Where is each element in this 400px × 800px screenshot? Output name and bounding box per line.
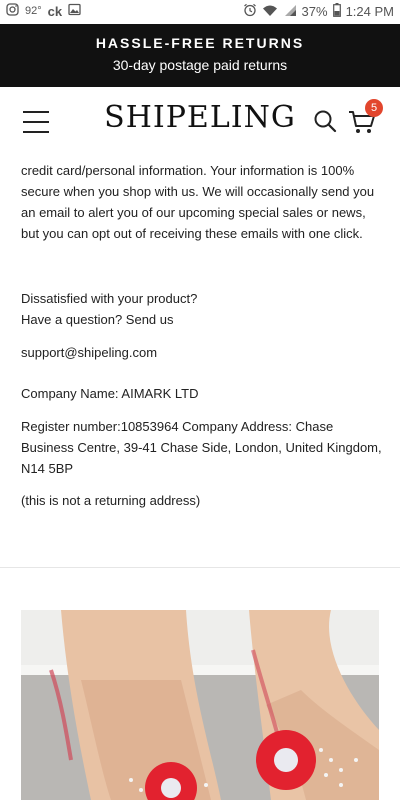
search-icon [314,110,337,133]
promo-subtitle: 30-day postage paid returns [112,57,288,73]
product-image[interactable] [21,610,379,800]
site-logo[interactable]: SHIPELING [0,100,400,135]
promo-banner[interactable]: HASSLE-FREE RETURNS 30-day postage paid … [0,24,400,87]
shoe-photo [21,610,379,800]
status-bar: 92° ck 37% 1:24 PM [0,0,400,24]
wifi-icon [262,4,278,20]
search-button[interactable] [313,109,337,133]
cart-count-badge: 5 [365,99,383,117]
dissatisfied-text: Dissatisfied with your product? [21,291,198,306]
status-battery-level: 37% [301,4,328,19]
status-temperature: 92° [25,5,42,17]
battery-icon [332,3,341,20]
privacy-paragraph: credit card/personal information. Your i… [21,163,375,241]
contact-prompt: Dissatisfied with your product? Have a q… [21,288,383,330]
instagram-icon [6,3,19,19]
support-email-link[interactable]: support@shipeling.com [21,342,383,363]
status-carrier: ck [47,3,63,19]
promo-title: HASSLE-FREE RETURNS [95,35,305,51]
company-name: Company Name: AIMARK LTD [21,386,199,401]
alarm-icon [243,3,257,20]
section-divider [0,567,400,568]
site-header: SHIPELING 5 [0,87,400,157]
status-left: 92° ck [6,3,81,19]
address-note: (this is not a returning address) [21,493,201,508]
company-register-address: Register number:10853964 Company Address… [21,419,382,476]
image-icon [68,3,81,19]
status-time: 1:24 PM [345,4,394,19]
status-right: 37% 1:24 PM [243,3,394,20]
question-text: Have a question? Send us [21,312,174,327]
signal-icon [283,4,297,20]
